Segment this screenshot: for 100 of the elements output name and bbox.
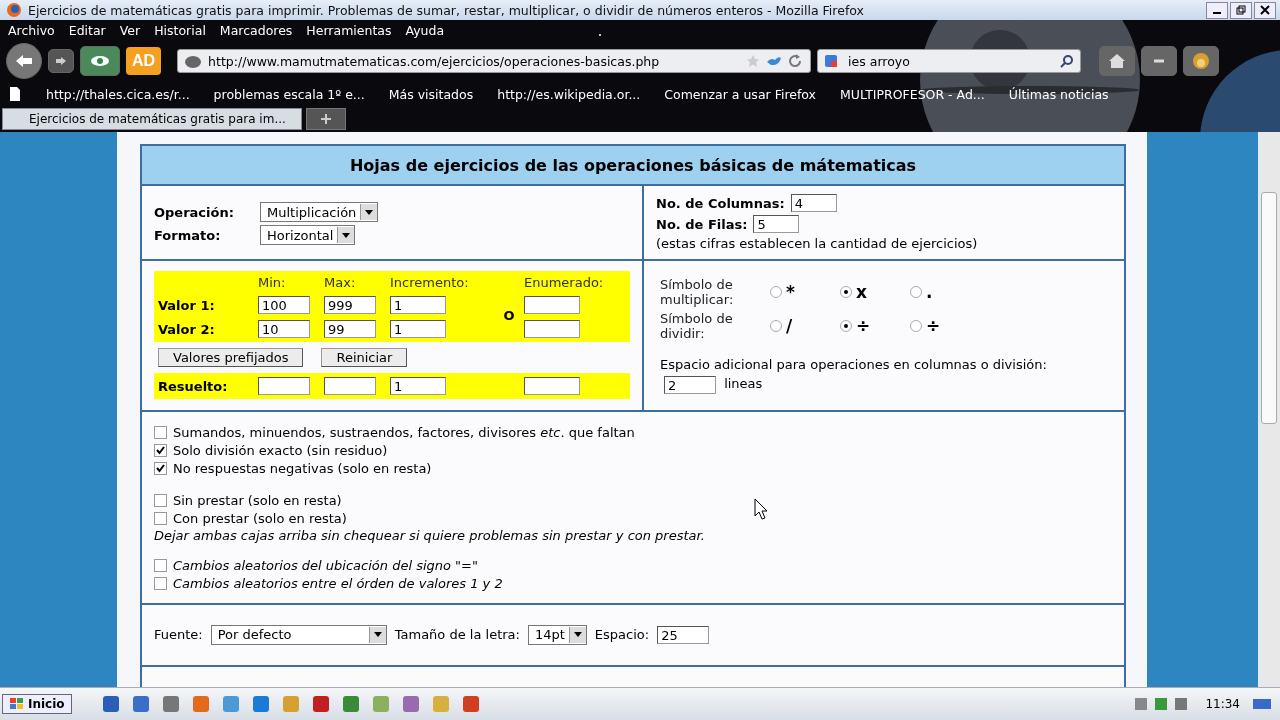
option-label: Con prestar (solo en resta) (173, 511, 347, 526)
site-icon (184, 54, 203, 68)
field-label: Símbolo de dividir: (660, 311, 734, 341)
dropdown[interactable]: Por defecto (210, 624, 387, 645)
unit-label: lineas (724, 376, 763, 391)
radio-button[interactable] (840, 320, 852, 332)
radio-button[interactable] (770, 286, 782, 298)
column-header: Enumerado: (524, 275, 605, 290)
menu-item[interactable]: Archivo (8, 22, 55, 38)
window-title: Ejercicios de matemáticas gratis para imprimir. Problemas de sumar, restar, multiplicar, o dividir de números enteros - Mozilla Firefox (28, 2, 864, 18)
input-field[interactable] (324, 377, 376, 395)
plus-icon (320, 113, 332, 125)
forward-arrow-icon (55, 56, 67, 66)
option-label: Cambios aleatorios entre el órden de valores 1 y 2 (173, 576, 503, 591)
bird-icon (766, 54, 783, 68)
symbol-label: * (786, 282, 795, 302)
menu-item[interactable]: Herramientas (306, 22, 392, 38)
monkey-icon (1191, 52, 1212, 70)
bookmark-item[interactable]: Comenzar a usar Firefox (664, 86, 817, 102)
back-arrow-icon (15, 54, 33, 68)
input-field[interactable]: 2 (664, 375, 716, 394)
note-text: (estas cifras establecen la cantidad de ejercicios) (656, 236, 978, 251)
restore-button[interactable] (1230, 1, 1252, 19)
bookmark-item[interactable]: http://es.wikipedia.or... (497, 86, 641, 102)
input-field[interactable] (524, 377, 580, 395)
radio-button[interactable] (910, 286, 922, 298)
checkbox[interactable] (154, 494, 167, 507)
option-label: Solo división exacto (sin residuo) (173, 443, 388, 458)
bookmark-item[interactable]: Últimas noticias (1008, 86, 1109, 102)
column-header: Incremento: (390, 275, 470, 290)
addon-face-button[interactable] (1183, 46, 1220, 76)
field-label: No. de Filas: (656, 216, 748, 232)
toolbar-button[interactable] (1141, 46, 1178, 76)
menu-item[interactable]: Ayuda (405, 22, 445, 38)
checkbox[interactable] (154, 577, 167, 590)
minimize-button[interactable] (1206, 1, 1228, 19)
start-button[interactable]: Inicio (2, 694, 72, 714)
checkbox[interactable] (154, 426, 167, 439)
menu-item[interactable]: Ver (119, 22, 141, 38)
checkbox[interactable] (154, 559, 167, 572)
restore-icon (1236, 5, 1246, 15)
firefox-icon (6, 2, 22, 18)
input-field[interactable]: 99 (324, 320, 376, 338)
input-field[interactable]: 999 (324, 296, 376, 314)
caret-icon (342, 232, 351, 238)
bookmark-item[interactable]: MULTIPROFESOR - Ad... (840, 86, 985, 102)
caret-icon (365, 209, 374, 215)
address-bar[interactable]: http://www.mamutmatematicas.com/ejercicios/operaciones-basicas.php (177, 49, 812, 73)
dropdown[interactable]: Horizontal (260, 225, 356, 245)
checkbox[interactable] (154, 462, 167, 475)
field-label: Formato: (154, 227, 222, 243)
field-label: No. de Columnas: (656, 195, 785, 211)
input-field[interactable]: 100 (258, 296, 310, 314)
checkbox[interactable] (154, 512, 167, 525)
form-button[interactable]: Valores prefijados (158, 348, 304, 367)
input-field[interactable] (524, 320, 580, 338)
minimize-icon (1213, 12, 1221, 14)
search-icon (1060, 54, 1075, 68)
bookmark-item[interactable]: Más visitados (388, 86, 474, 102)
new-tab-button[interactable] (306, 108, 346, 130)
desktop-icon[interactable] (1252, 697, 1272, 711)
eye-button[interactable] (80, 46, 120, 76)
eye-icon (90, 54, 110, 68)
field-label: Espacio: (594, 627, 650, 642)
input-field[interactable]: 4 (790, 194, 837, 212)
input-field[interactable]: 10 (258, 320, 310, 338)
option-label: Sin prestar (solo en resta) (173, 493, 342, 508)
menu-item[interactable]: Historial (154, 22, 206, 38)
menu-item[interactable]: Editar (68, 22, 106, 38)
search-field[interactable]: ies arroyo (817, 49, 1082, 73)
field-label: Tamaño de la letra: (394, 627, 520, 642)
input-field[interactable]: 1 (390, 377, 446, 395)
field-label: Símbolo de multiplicar: (660, 277, 735, 307)
input-field[interactable] (524, 296, 580, 314)
input-field[interactable] (258, 377, 310, 395)
radio-button[interactable] (910, 320, 922, 332)
form-button[interactable]: Reiniciar (321, 348, 408, 367)
input-field[interactable]: 5 (753, 215, 800, 233)
caret-icon (373, 632, 382, 637)
radio-button[interactable] (840, 286, 852, 298)
forward-button[interactable] (48, 49, 74, 73)
input-field[interactable]: 1 (390, 320, 446, 338)
bookmark-item[interactable]: problemas escala 1º e... (213, 86, 365, 102)
dropdown[interactable]: 14pt (527, 624, 587, 645)
bookmark-item[interactable]: http://thales.cica.es/r... (46, 86, 190, 102)
menu-item[interactable]: Marcadores (219, 22, 293, 38)
input-field[interactable]: 25 (657, 625, 710, 644)
close-button[interactable] (1254, 1, 1276, 19)
home-button[interactable] (1099, 46, 1136, 76)
radio-button[interactable] (770, 320, 782, 332)
input-field[interactable]: 1 (390, 296, 446, 314)
option-label: No respuestas negativas (solo en resta) (173, 461, 432, 476)
home-icon (1108, 53, 1127, 69)
browser-tab[interactable]: Ejercicios de matemáticas gratis para im... (2, 108, 302, 130)
option-label: Cambios aleatorios del ubicación del signo "=" (173, 558, 478, 573)
scrollbar[interactable] (1258, 132, 1280, 687)
checkbox[interactable] (154, 444, 167, 457)
dropdown[interactable]: Multiplicación (260, 202, 379, 222)
row-label: Resuelto: (158, 378, 229, 394)
symbol-label: / (786, 316, 793, 336)
